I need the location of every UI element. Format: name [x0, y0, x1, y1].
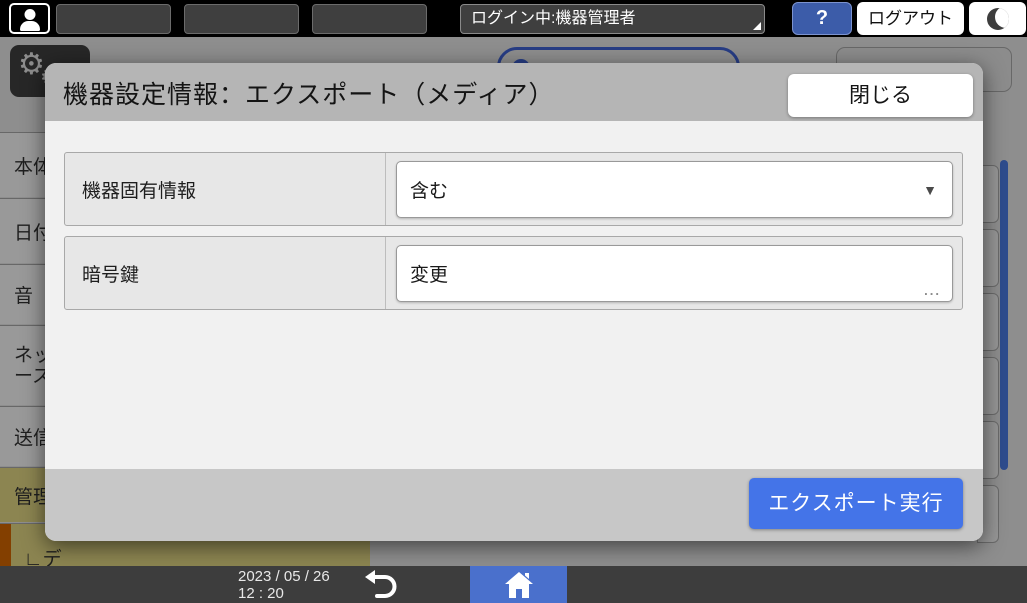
top-tab-placeholder-2[interactable]: [184, 4, 299, 34]
encryption-key-label: 暗号鍵: [65, 237, 386, 309]
sleep-mode-button[interactable]: [969, 2, 1026, 35]
device-unique-info-dropdown[interactable]: 含む ▼: [396, 161, 953, 218]
device-unique-info-label: 機器固有情報: [65, 153, 386, 225]
logout-button[interactable]: ログアウト: [857, 2, 964, 35]
more-options-icon: ...: [924, 283, 941, 298]
help-button[interactable]: ?: [792, 2, 852, 35]
button-value: 変更: [410, 260, 448, 287]
login-status-label: ログイン中:機器管理者: [471, 10, 635, 27]
dialog-title: 機器設定情報：エクスポート（メディア）: [63, 75, 555, 111]
encryption-key-row: 暗号鍵 変更 ...: [64, 236, 963, 310]
dropdown-corner-icon: [753, 22, 761, 30]
top-tab-placeholder-1[interactable]: [56, 4, 171, 34]
moon-icon: [987, 8, 1009, 30]
device-touch-screen: ログイン中:機器管理者 ? ログアウト ⚙ ⚙ 本体 日付 音: [0, 0, 1027, 603]
home-icon: [503, 570, 535, 600]
login-status-dropdown[interactable]: ログイン中:機器管理者: [460, 4, 765, 34]
dropdown-value: 含む: [410, 176, 448, 203]
time-text: 12 : 20: [238, 585, 330, 602]
top-system-bar: ログイン中:機器管理者 ? ログアウト: [0, 0, 1027, 37]
home-button[interactable]: [470, 566, 567, 603]
user-button[interactable]: [9, 3, 50, 34]
close-button[interactable]: 閉じる: [788, 74, 973, 117]
chevron-down-icon: ▼: [923, 182, 937, 198]
execute-export-button[interactable]: エクスポート実行: [749, 478, 963, 529]
encryption-key-change-button[interactable]: 変更 ...: [396, 245, 953, 302]
bottom-navigation-bar: 2023 / 05 / 26 12 : 20: [0, 566, 1027, 603]
dialog-body: 機器固有情報 含む ▼ 暗号鍵 変更 ...: [45, 121, 983, 469]
date-text: 2023 / 05 / 26: [238, 568, 330, 585]
user-icon: [19, 9, 41, 31]
device-unique-info-row: 機器固有情報 含む ▼: [64, 152, 963, 226]
dialog-footer: エクスポート実行: [45, 469, 983, 541]
back-arrow-icon: [360, 569, 402, 600]
back-button[interactable]: [360, 569, 408, 600]
dialog-header: 機器設定情報：エクスポート（メディア） 閉じる: [45, 63, 983, 121]
export-media-dialog: 機器設定情報：エクスポート（メディア） 閉じる 機器固有情報 含む ▼ 暗号鍵 …: [45, 63, 983, 541]
datetime-display: 2023 / 05 / 26 12 : 20: [238, 568, 330, 602]
top-tab-placeholder-3[interactable]: [312, 4, 427, 34]
